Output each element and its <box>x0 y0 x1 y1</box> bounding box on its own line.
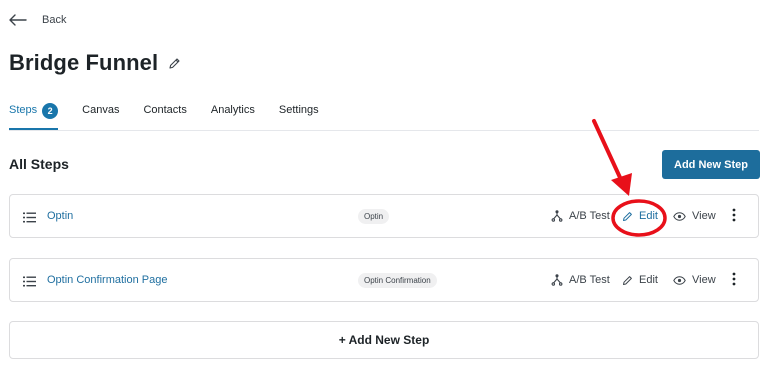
step-name-link[interactable]: Optin <box>47 195 73 237</box>
tab-label: Steps <box>9 104 38 116</box>
tab-bar: Steps 2 Canvas Contacts Analytics Settin… <box>9 100 343 130</box>
more-vertical-icon[interactable] <box>732 272 736 286</box>
edit-button[interactable]: Edit <box>622 259 658 301</box>
ab-test-button[interactable]: A/B Test <box>551 195 610 237</box>
step-row-optin: Optin Optin A/B Test Edit View <box>9 194 759 238</box>
tab-steps[interactable]: Steps 2 <box>9 100 59 130</box>
view-button[interactable]: View <box>673 195 716 237</box>
arrow-left-icon <box>9 14 27 26</box>
add-new-step-row-button[interactable]: + Add New Step <box>9 321 759 359</box>
more-vertical-icon[interactable] <box>732 208 736 222</box>
edit-label: Edit <box>639 274 658 286</box>
ab-test-label: A/B Test <box>569 210 610 222</box>
section-title: All Steps <box>9 156 69 172</box>
tab-label: Canvas <box>82 104 120 116</box>
eye-icon <box>673 211 686 221</box>
pencil-icon[interactable] <box>168 57 181 70</box>
tab-label: Settings <box>278 104 319 116</box>
ab-test-button[interactable]: A/B Test <box>551 259 610 301</box>
add-new-step-button[interactable]: Add New Step <box>662 150 760 179</box>
page-title: Bridge Funnel <box>9 50 159 75</box>
annotation-arrow-icon <box>592 119 632 196</box>
split-test-icon <box>551 210 563 222</box>
pencil-icon <box>622 275 633 286</box>
back-link[interactable]: Back <box>9 10 66 30</box>
view-label: View <box>692 210 716 222</box>
view-label: View <box>692 274 716 286</box>
drag-handle-icon[interactable] <box>23 210 36 228</box>
tab-settings[interactable]: Settings <box>279 100 319 122</box>
step-type-badge: Optin <box>358 209 390 224</box>
page-header: Bridge Funnel <box>9 50 181 76</box>
back-label: Back <box>42 14 67 26</box>
ab-test-label: A/B Test <box>569 274 610 286</box>
step-row-optin-confirmation: Optin Confirmation Page Optin Confirmati… <box>9 258 759 302</box>
pencil-icon <box>622 211 633 222</box>
tab-canvas[interactable]: Canvas <box>82 100 119 122</box>
tab-badge: 2 <box>42 103 59 119</box>
tab-label: Analytics <box>210 104 255 116</box>
tab-contacts[interactable]: Contacts <box>143 100 186 122</box>
tab-analytics[interactable]: Analytics <box>211 100 255 122</box>
tabs-divider <box>9 130 759 131</box>
view-button[interactable]: View <box>673 259 716 301</box>
tab-label: Contacts <box>143 104 187 116</box>
step-type-badge: Optin Confirmation <box>358 273 437 288</box>
split-test-icon <box>551 274 563 286</box>
edit-button[interactable]: Edit <box>622 195 658 237</box>
drag-handle-icon[interactable] <box>23 274 36 292</box>
eye-icon <box>673 275 686 285</box>
edit-label: Edit <box>639 210 658 222</box>
step-name-link[interactable]: Optin Confirmation Page <box>47 259 167 301</box>
